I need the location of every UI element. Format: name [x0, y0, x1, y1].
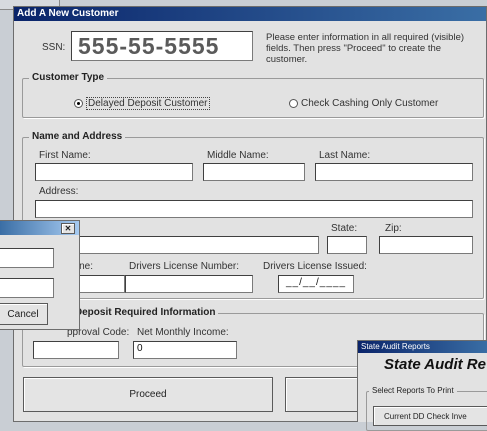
current-dd-check-button[interactable]: Current DD Check Inve — [373, 406, 487, 426]
state-label: State: — [331, 223, 358, 234]
radio-delayed-deposit-label[interactable]: Delayed Deposit Customer — [86, 97, 210, 110]
license-number-input[interactable] — [125, 275, 253, 293]
ssn-field[interactable]: 555-55-5555 — [71, 31, 253, 61]
current-dd-check-label: Current DD Check Inve — [384, 411, 467, 421]
first-name-input[interactable] — [35, 163, 193, 181]
radio-delayed-deposit[interactable] — [74, 99, 83, 108]
approval-code-input[interactable] — [33, 341, 119, 359]
proceed-button[interactable]: Proceed — [23, 377, 273, 412]
last-name-label: Last Name: — [319, 150, 371, 161]
dialog-title: Add A New Customer — [17, 8, 119, 19]
state-audit-window: State Audit Reports State Audit Re Selec… — [357, 340, 487, 431]
zip-label: Zip: — [385, 223, 402, 234]
city-input[interactable] — [53, 236, 319, 254]
name-address-legend: Name and Address — [29, 131, 126, 142]
radio-check-cashing[interactable] — [289, 99, 298, 108]
small-dialog: ✕ Cancel — [0, 220, 80, 330]
instructions-text: Please enter information in all required… — [266, 32, 465, 65]
name-address-group: Name and Address First Name: Middle Name… — [22, 131, 484, 299]
small-dialog-input-1[interactable] — [0, 248, 54, 268]
ssn-label: SSN: — [42, 42, 66, 53]
license-issued-label: Drivers License Issued: — [263, 261, 367, 272]
state-input[interactable] — [327, 236, 367, 254]
select-reports-legend: Select Reports To Print — [369, 386, 457, 395]
address-input[interactable] — [35, 200, 473, 218]
ssn-value: 555-55-5555 — [78, 33, 220, 59]
zip-input[interactable] — [379, 236, 473, 254]
cancel-button[interactable]: Cancel — [0, 303, 48, 325]
state-audit-titlebar[interactable]: State Audit Reports — [358, 341, 487, 353]
customer-type-legend: Customer Type — [29, 72, 108, 83]
last-name-input[interactable] — [315, 163, 473, 181]
state-audit-title: State Audit Reports — [361, 342, 430, 351]
customer-type-group: Customer Type Delayed Deposit Customer C… — [22, 72, 484, 118]
close-icon: ✕ — [64, 224, 72, 233]
middle-name-input[interactable] — [203, 163, 305, 181]
license-number-label: Drivers License Number: — [129, 261, 240, 272]
deposit-info-legend: d Deposit Required Information — [63, 307, 219, 318]
select-reports-group: Select Reports To Print Current DD Check… — [366, 386, 487, 431]
first-name-label: First Name: — [39, 150, 91, 161]
state-audit-heading: State Audit Re — [384, 356, 486, 373]
small-dialog-close-button[interactable]: ✕ — [61, 223, 75, 234]
small-dialog-input-2[interactable] — [0, 278, 54, 298]
address-label: Address: — [39, 186, 79, 197]
radio-check-cashing-label[interactable]: Check Cashing Only Customer — [301, 98, 438, 109]
middle-name-label: Middle Name: — [207, 150, 269, 161]
net-income-input[interactable]: 0 — [133, 341, 237, 359]
dialog-titlebar[interactable]: Add A New Customer — [14, 7, 486, 21]
license-issued-input[interactable]: __/__/____ — [278, 275, 354, 293]
net-income-label: Net Monthly Income: — [137, 327, 229, 338]
